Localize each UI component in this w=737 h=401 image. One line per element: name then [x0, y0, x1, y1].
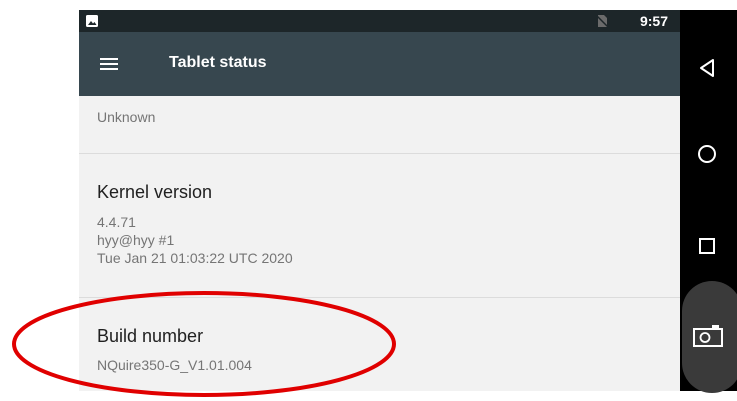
- item-value-line: hyy@hyy #1: [97, 232, 175, 248]
- list-item-kernel-version[interactable]: Kernel version 4.4.71 hyy@hyy #1 Tue Jan…: [79, 154, 680, 298]
- no-sim-icon: [595, 14, 609, 28]
- home-icon: [698, 145, 716, 163]
- camera-button[interactable]: [682, 281, 737, 393]
- list-item-build-number[interactable]: Build number NQuire350-G_V1.01.004: [79, 298, 680, 391]
- image-notification-icon: [86, 15, 98, 27]
- page-title: Tablet status: [169, 54, 267, 71]
- status-bar: 9:57: [79, 10, 680, 32]
- recents-button[interactable]: [680, 226, 737, 266]
- status-time: 9:57: [639, 13, 668, 29]
- menu-icon[interactable]: [99, 54, 119, 74]
- item-value-line: 4.4.71: [97, 214, 136, 230]
- item-value: Unknown: [97, 109, 156, 125]
- back-button[interactable]: [680, 48, 737, 88]
- status-list: Unknown Kernel version 4.4.71 hyy@hyy #1…: [79, 96, 680, 391]
- item-label: Build number: [97, 326, 204, 346]
- item-label: Kernel version: [97, 182, 213, 202]
- home-button[interactable]: [680, 134, 737, 174]
- camera-icon: [693, 325, 723, 347]
- list-item-partial: Unknown: [79, 96, 680, 154]
- app-bar: Tablet status: [79, 32, 680, 96]
- item-value-line: Tue Jan 21 01:03:22 UTC 2020: [97, 250, 293, 266]
- item-value: NQuire350-G_V1.01.004: [97, 357, 252, 373]
- back-icon: [700, 59, 714, 77]
- recents-icon: [699, 238, 715, 254]
- tablet-screen: 9:57 Tablet status Unknown Kernel versio…: [79, 10, 680, 391]
